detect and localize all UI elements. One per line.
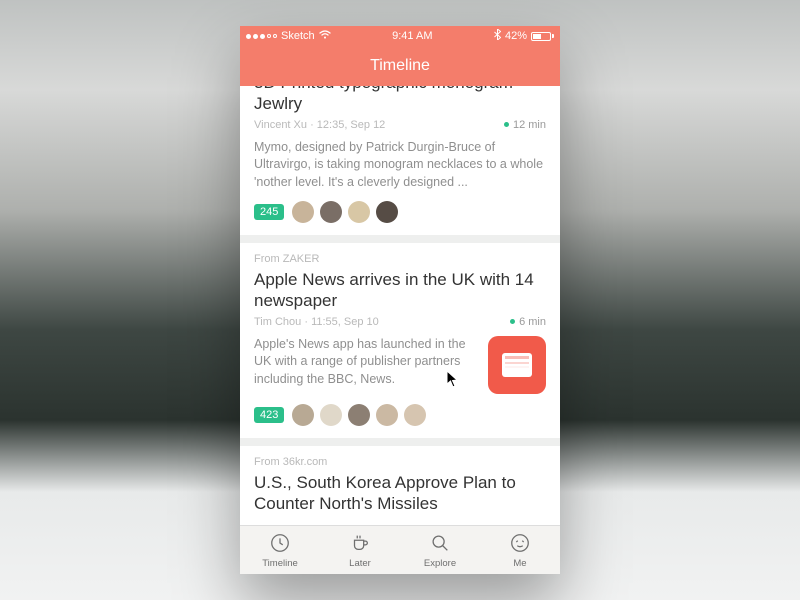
status-right: 42% xyxy=(494,29,554,43)
tab-label: Later xyxy=(349,558,371,569)
avatar[interactable] xyxy=(292,201,314,223)
clock-icon xyxy=(269,532,291,557)
nav-bar: Timeline xyxy=(240,46,560,86)
search-icon xyxy=(429,532,451,557)
avatar[interactable] xyxy=(292,404,314,426)
status-bar: Sketch 9:41 AM 42% xyxy=(240,26,560,46)
like-count-badge[interactable]: 245 xyxy=(254,204,284,220)
tab-label: Explore xyxy=(424,558,456,569)
tab-later[interactable]: Later xyxy=(320,526,400,574)
article-meta: Vincent Xu · 12:35, Sep 12 12 min xyxy=(254,119,546,131)
tab-label: Me xyxy=(513,558,526,569)
article-card[interactable]: 3D Printed typographic monogram Jewlry V… xyxy=(240,86,560,235)
article-author: Tim Chou xyxy=(254,316,301,328)
status-left: Sketch xyxy=(246,30,331,42)
article-source: From 36kr.com xyxy=(254,456,546,468)
article-card[interactable]: From ZAKER Apple News arrives in the UK … xyxy=(240,243,560,438)
signal-dots-icon xyxy=(246,34,277,39)
avatar[interactable] xyxy=(320,201,342,223)
read-time: 12 min xyxy=(504,119,546,131)
article-body: Mymo, designed by Patrick Durgin-Bruce o… xyxy=(254,139,546,192)
wifi-icon xyxy=(319,30,331,42)
article-title: U.S., South Korea Approve Plan to Counte… xyxy=(254,472,546,515)
article-title: Apple News arrives in the UK with 14 new… xyxy=(254,269,546,312)
article-source: From ZAKER xyxy=(254,253,546,265)
carrier-label: Sketch xyxy=(281,30,315,42)
article-body: Apple's News app has launched in the UK … xyxy=(254,336,478,394)
avatar[interactable] xyxy=(348,201,370,223)
tab-timeline[interactable]: Timeline xyxy=(240,526,320,574)
timeline-scroll[interactable]: 3D Printed typographic monogram Jewlry V… xyxy=(240,86,560,525)
tab-label: Timeline xyxy=(262,558,298,569)
read-time: 6 min xyxy=(510,316,546,328)
avatar[interactable] xyxy=(404,404,426,426)
article-author: Vincent Xu xyxy=(254,119,307,131)
tab-me[interactable]: Me xyxy=(480,526,560,574)
article-card[interactable]: From 36kr.com U.S., South Korea Approve … xyxy=(240,446,560,526)
avatar-stack xyxy=(292,404,426,426)
avatar[interactable] xyxy=(376,404,398,426)
article-meta: Tim Chou · 11:55, Sep 10 6 min xyxy=(254,316,546,328)
avatar[interactable] xyxy=(348,404,370,426)
engagement-row: 245 xyxy=(254,201,546,223)
face-icon xyxy=(509,532,531,557)
battery-icon xyxy=(531,32,554,41)
tab-explore[interactable]: Explore xyxy=(400,526,480,574)
article-timestamp: 11:55, Sep 10 xyxy=(311,316,379,328)
avatar[interactable] xyxy=(320,404,342,426)
engagement-row: 423 xyxy=(254,404,546,426)
article-thumbnail xyxy=(488,336,546,394)
tab-bar: Timeline Later Explore Me xyxy=(240,525,560,574)
status-time: 9:41 AM xyxy=(392,30,432,42)
battery-percent: 42% xyxy=(505,30,527,42)
avatar-stack xyxy=(292,201,398,223)
article-timestamp: 12:35, Sep 12 xyxy=(317,119,386,131)
avatar[interactable] xyxy=(376,201,398,223)
like-count-badge[interactable]: 423 xyxy=(254,407,284,423)
page-title: Timeline xyxy=(370,57,430,75)
bluetooth-icon xyxy=(494,29,501,43)
article-title: 3D Printed typographic monogram Jewlry xyxy=(254,86,546,115)
cup-icon xyxy=(349,532,371,557)
phone-frame: Sketch 9:41 AM 42% Timeline 3D Printed t… xyxy=(240,26,560,574)
